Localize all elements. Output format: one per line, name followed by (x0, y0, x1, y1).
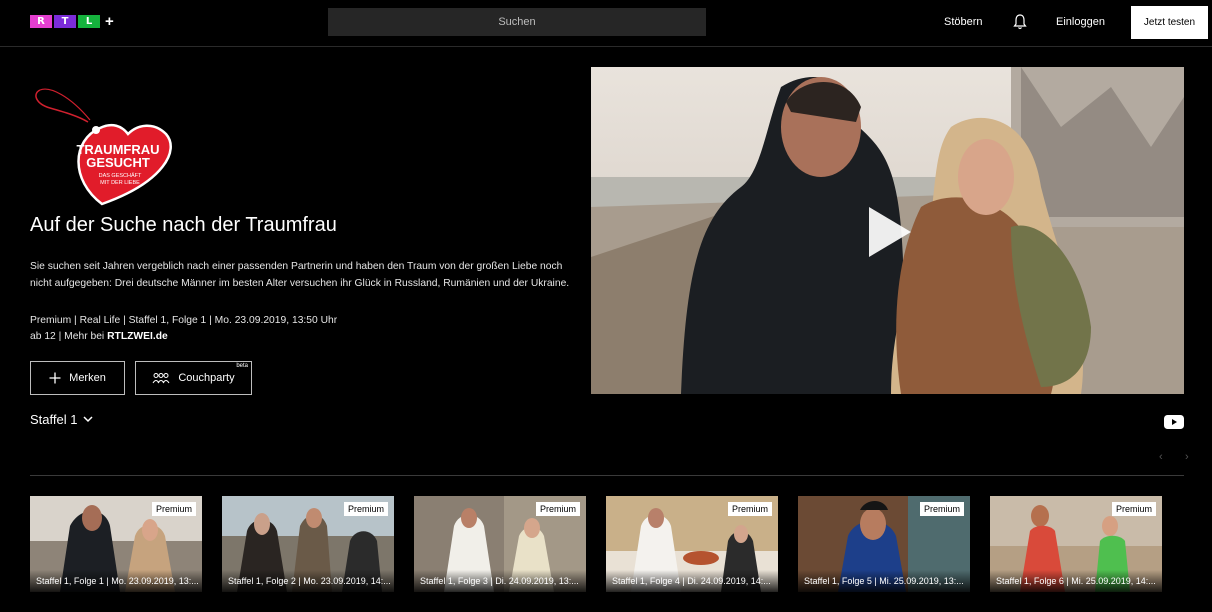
login-link[interactable]: Einloggen (1056, 16, 1105, 28)
show-description: Sie suchen seit Jahren vergeblich nach e… (30, 261, 570, 289)
group-icon (152, 373, 170, 384)
show-title: Auf der Suche nach der Traumfrau (30, 214, 337, 236)
show-logo-sub1: DAS GESCHÄFT (99, 172, 142, 179)
episode-caption: Staffel 1, Folge 4 | Di. 24.09.2019, 14:… (606, 570, 778, 592)
plus-icon (49, 372, 61, 384)
logo-letter-r: R (30, 15, 52, 28)
episode-caption: Staffel 1, Folge 2 | Mo. 23.09.2019, 14:… (222, 570, 394, 592)
youtube-icon[interactable] (1164, 415, 1184, 429)
episode-card[interactable]: Premium Staffel 1, Folge 2 | Mo. 23.09.2… (222, 496, 394, 592)
carousel-prev-button[interactable]: ‹ (1159, 451, 1163, 463)
browse-link[interactable]: Stöbern (944, 16, 983, 28)
episode-card[interactable]: Premium Staffel 1, Folge 6 | Mi. 25.09.2… (990, 496, 1162, 592)
episode-card[interactable]: Premium Staffel 1, Folge 3 | Di. 24.09.2… (414, 496, 586, 592)
episode-caption: Staffel 1, Folge 5 | Mi. 25.09.2019, 13:… (798, 570, 970, 592)
show-logo-line2: GESUCHT (86, 155, 150, 170)
carousel-next-button[interactable]: › (1185, 451, 1189, 463)
logo-plus: + (105, 13, 114, 30)
age-rating-text: ab 12 | Mehr bei (30, 331, 108, 342)
premium-badge: Premium (535, 502, 580, 516)
episode-card[interactable]: Premium Staffel 1, Folge 5 | Mi. 25.09.2… (798, 496, 970, 592)
logo-letter-t: T (54, 15, 76, 28)
episode-caption: Staffel 1, Folge 3 | Di. 24.09.2019, 13:… (414, 570, 586, 592)
couchparty-button[interactable]: Couchparty beta (135, 361, 252, 395)
season-selector[interactable]: Staffel 1 (30, 412, 93, 427)
premium-badge: Premium (919, 502, 964, 516)
show-logo: TRAUMFRAU GESUCHT DAS GESCHÄFT MIT DER L… (35, 88, 172, 206)
top-navigation-bar: R T L + Suchen Stöbern Einloggen Jetzt t… (0, 0, 1212, 47)
bookmark-label: Merken (69, 372, 106, 384)
bell-icon[interactable] (1013, 13, 1027, 31)
episode-meta: Premium | Real Life | Staffel 1, Folge 1… (30, 315, 338, 326)
premium-badge: Premium (1111, 502, 1156, 516)
couchparty-label: Couchparty (178, 372, 235, 384)
premium-badge: Premium (151, 502, 196, 516)
bookmark-button[interactable]: Merken (30, 361, 125, 395)
hero-video-player[interactable] (591, 67, 1184, 394)
channel-link[interactable]: RTLZWEI.de (107, 331, 168, 342)
logo-letter-l: L (78, 15, 100, 28)
divider (30, 475, 1184, 476)
show-logo-sub2: MIT DER LIEBE (100, 180, 140, 186)
episode-card[interactable]: Premium Staffel 1, Folge 4 | Di. 24.09.2… (606, 496, 778, 592)
season-label: Staffel 1 (30, 412, 78, 427)
beta-badge: beta (236, 363, 248, 369)
episode-caption: Staffel 1, Folge 1 | Mo. 23.09.2019, 13:… (30, 570, 202, 592)
age-rating-line: ab 12 | Mehr bei RTLZWEI.de (30, 331, 168, 342)
episode-caption: Staffel 1, Folge 6 | Mi. 25.09.2019, 14:… (990, 570, 1162, 592)
rtl-plus-logo[interactable]: R T L + (30, 13, 114, 30)
search-input[interactable]: Suchen (328, 8, 706, 36)
try-now-button[interactable]: Jetzt testen (1131, 6, 1208, 39)
chevron-down-icon (83, 416, 93, 423)
premium-badge: Premium (727, 502, 772, 516)
premium-badge: Premium (343, 502, 388, 516)
hero-video-still (591, 67, 1184, 394)
episode-card[interactable]: Premium Staffel 1, Folge 1 | Mo. 23.09.2… (30, 496, 202, 592)
